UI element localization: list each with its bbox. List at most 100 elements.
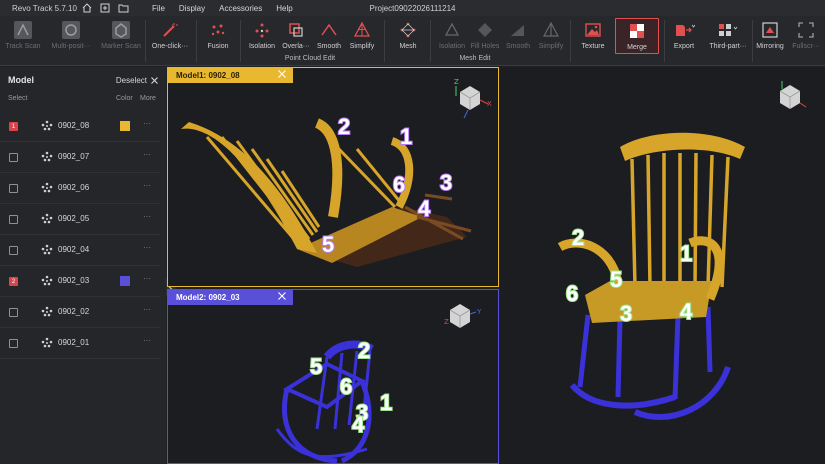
viewport-merged[interactable]: 1 2 3 4 5 6: [500, 67, 825, 464]
model-row[interactable]: 1 0902_08 ···: [0, 111, 160, 142]
texture-button[interactable]: Texture: [577, 18, 609, 56]
viewport1-tab: Model1: 0902_08: [168, 68, 293, 83]
point-marker: 2: [337, 114, 351, 139]
model-row[interactable]: 0902_07 ···: [0, 142, 160, 173]
chair-arm-left: [314, 118, 343, 218]
mesh-simplify-button[interactable]: Simplify: [535, 18, 567, 56]
model-checkbox[interactable]: [9, 308, 18, 317]
close-icon[interactable]: [278, 292, 286, 300]
view-cube-icon: [779, 81, 807, 109]
column-headers: Select Color More: [0, 93, 166, 107]
menu-display[interactable]: Display: [179, 4, 205, 13]
close-icon[interactable]: [278, 70, 286, 78]
home-icon[interactable]: [80, 2, 94, 14]
multi-position-icon: [59, 18, 83, 42]
model-panel: Model Deselect Select Color More 1 0902_0…: [0, 67, 166, 464]
model-checkbox[interactable]: [9, 184, 18, 193]
model-checkbox[interactable]: [9, 215, 18, 224]
menu-accessories[interactable]: Accessories: [219, 4, 262, 13]
point-marker: 6: [565, 281, 579, 306]
svg-text:Z: Z: [454, 78, 459, 86]
third-party-button[interactable]: Third-part···: [706, 18, 750, 56]
model-row[interactable]: 0902_01 ···: [0, 328, 160, 359]
mesh-button[interactable]: Mesh: [392, 18, 424, 56]
view-cube[interactable]: Z X: [448, 76, 494, 122]
menu-file[interactable]: File: [152, 4, 165, 13]
view-cube[interactable]: Z Y: [440, 300, 486, 346]
model-name: 0902_02: [58, 307, 90, 316]
more-options-icon[interactable]: ···: [143, 212, 151, 221]
model-row[interactable]: 0902_06 ···: [0, 173, 160, 204]
mirroring-button[interactable]: Mirroring: [754, 18, 786, 56]
marker-scan-icon: [109, 18, 133, 42]
model-color-swatch[interactable]: [120, 121, 130, 131]
mesh-smooth-button[interactable]: Smooth: [503, 18, 533, 56]
track-scan-button[interactable]: Track Scan: [3, 18, 43, 56]
open-folder-icon[interactable]: [116, 2, 130, 14]
model-row[interactable]: 0902_04 ···: [0, 235, 160, 266]
model-row[interactable]: 0902_02 ···: [0, 297, 160, 328]
model-checkbox[interactable]: 2: [9, 277, 18, 286]
simplify-button[interactable]: Simplify: [346, 18, 378, 56]
more-options-icon[interactable]: ···: [143, 119, 151, 128]
new-project-icon[interactable]: [98, 2, 112, 14]
model-name: 0902_06: [58, 183, 90, 192]
toolbar-divider: [145, 20, 146, 62]
chair-seat: [585, 281, 712, 323]
more-options-icon[interactable]: ···: [143, 243, 151, 252]
fusion-button[interactable]: Fusion: [202, 18, 234, 56]
model-name: 0902_07: [58, 152, 90, 161]
point-marker: 6: [339, 374, 353, 399]
fill-holes-icon: [473, 18, 497, 42]
svg-text:Y: Y: [476, 308, 482, 316]
point-cloud-icon: [41, 275, 53, 286]
model-checkbox[interactable]: [9, 339, 18, 348]
viewport-model2[interactable]: Model2: 0902_03 Z Y 123456: [167, 289, 499, 464]
texture-icon: [581, 18, 605, 42]
model-checkbox[interactable]: [9, 153, 18, 162]
fullscreen-icon: [794, 18, 818, 42]
fullscreen-button[interactable]: Fullscr···: [789, 18, 823, 56]
export-button[interactable]: Export: [668, 18, 700, 56]
merge-button[interactable]: Merge: [615, 18, 659, 54]
marker-scan-button[interactable]: Marker Scan: [98, 18, 144, 56]
more-options-icon[interactable]: ···: [143, 305, 151, 314]
model-name: 0902_03: [58, 276, 90, 285]
deselect-button[interactable]: Deselect: [116, 76, 158, 85]
view-cube-icon: Z Y: [444, 304, 482, 328]
svg-text:X: X: [487, 100, 492, 108]
model-row[interactable]: 2 0902_03 ···: [0, 266, 160, 297]
column-color: Color: [116, 95, 133, 102]
column-more: More: [140, 95, 156, 102]
more-options-icon[interactable]: ···: [143, 150, 151, 159]
mesh-icon: [396, 18, 420, 42]
isolation-button[interactable]: Isolation: [245, 18, 279, 56]
more-options-icon[interactable]: ···: [143, 181, 151, 190]
model-row[interactable]: 0902_05 ···: [0, 204, 160, 235]
model-checkbox[interactable]: [9, 246, 18, 255]
view-cube[interactable]: [772, 77, 818, 123]
point-marker: 5: [309, 354, 323, 379]
model-checkbox[interactable]: 1: [9, 122, 18, 131]
mesh-simplify-icon: [539, 18, 563, 42]
point-marker: 6: [392, 172, 406, 197]
more-options-icon[interactable]: ···: [143, 336, 151, 345]
point-cloud-icon: [41, 120, 53, 131]
more-options-icon[interactable]: ···: [143, 274, 151, 283]
fill-holes-button[interactable]: Fill Holes: [469, 18, 501, 56]
viewport-model1[interactable]: Model1: 0902_08 Z X 1 2 34 5 6: [167, 67, 499, 287]
smooth-button[interactable]: Smooth: [314, 18, 344, 56]
toolbar-divider: [196, 20, 197, 62]
one-click-button[interactable]: One-click···: [148, 18, 192, 56]
menu-help[interactable]: Help: [276, 4, 292, 13]
mesh-isolation-button[interactable]: Isolation: [434, 18, 470, 56]
model-color-swatch[interactable]: [120, 276, 130, 286]
deselect-label: Deselect: [115, 75, 147, 85]
point-marker: 1: [379, 390, 393, 415]
merge-icon: [625, 19, 649, 43]
overlap-button[interactable]: Overla···: [280, 18, 312, 56]
third-party-icon: [716, 18, 740, 42]
toolbar-divider: [752, 20, 753, 62]
multi-position-button[interactable]: Multi-posit···: [48, 18, 94, 56]
point-marker: 2: [571, 225, 585, 250]
